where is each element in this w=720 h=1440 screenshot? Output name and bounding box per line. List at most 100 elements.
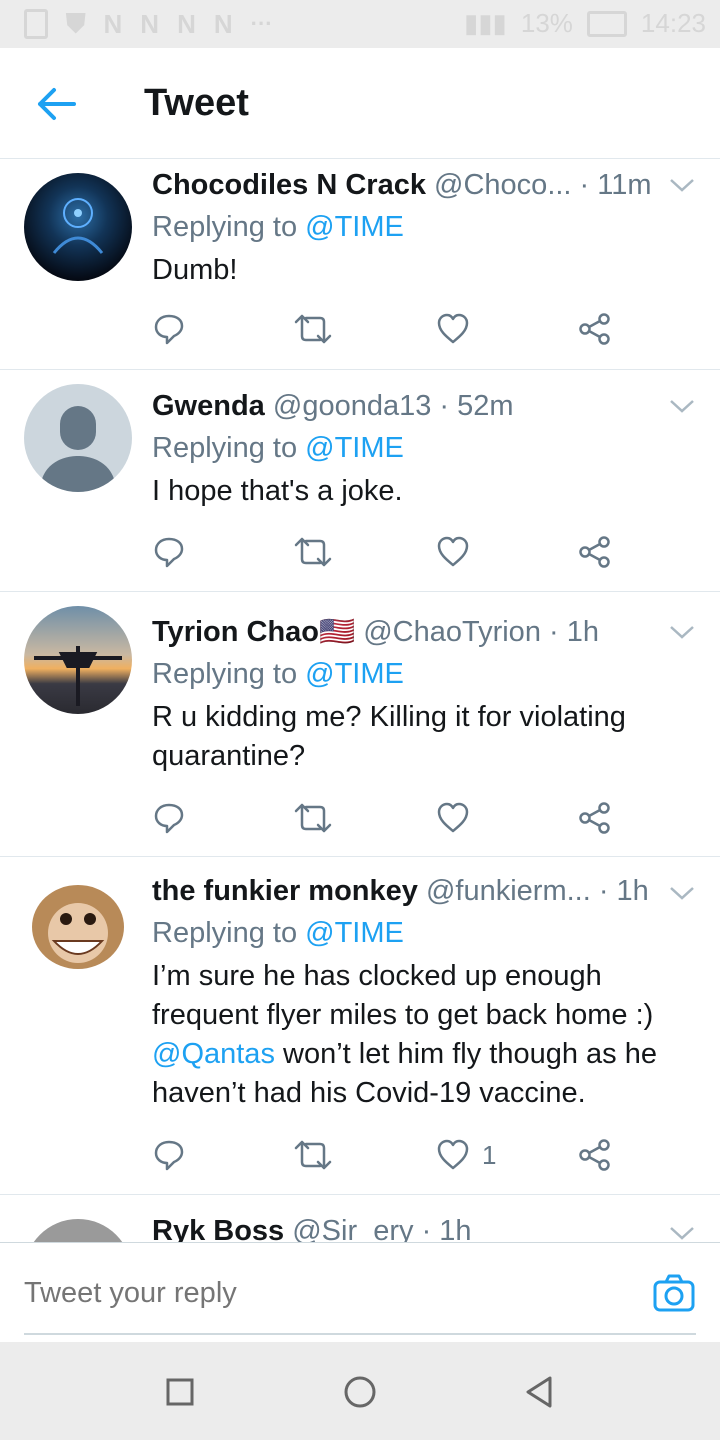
mention-link[interactable]: @Qantas	[152, 1038, 275, 1070]
avatar[interactable]	[24, 606, 132, 714]
like-button[interactable]	[436, 798, 470, 838]
timestamp: · 1h	[590, 875, 649, 907]
heart-icon	[437, 802, 469, 833]
us-flag-icon: 🇺🇸	[319, 616, 356, 648]
avatar[interactable]	[24, 384, 132, 492]
tweet-text: Dumb!	[152, 251, 684, 290]
tweet-text-line: I’m sure he has clocked up enough	[152, 960, 602, 992]
tweet-text-line: haven’t had his Covid-19 vaccine.	[152, 1077, 586, 1109]
timestamp: · 11m	[571, 169, 652, 201]
avatar[interactable]	[24, 1219, 132, 1242]
chevron-down-icon[interactable]	[668, 622, 696, 642]
timestamp: · 1h	[540, 616, 599, 648]
tweet-content: Chocodiles N Crack @Choco... · 11m Reply…	[152, 165, 684, 290]
n-icon: N	[177, 8, 196, 39]
share-icon	[579, 536, 610, 568]
battery-icon	[586, 10, 627, 37]
retweet-button[interactable]	[294, 532, 332, 572]
user-handle[interactable]: @funkierm...	[426, 875, 591, 907]
mention-link[interactable]: @TIME	[305, 658, 404, 690]
replying-to-label: Replying to	[152, 658, 306, 690]
reply-icon	[154, 314, 184, 345]
reply-button[interactable]	[152, 532, 186, 572]
replying-to: Replying to @TIME	[152, 428, 684, 468]
camera-icon[interactable]	[652, 1273, 696, 1313]
retweet-icon	[294, 314, 332, 344]
user-handle[interactable]: @Choco...	[434, 169, 571, 201]
share-button[interactable]	[578, 532, 612, 572]
tweet-header: the funkier monkey @funkierm... · 1h	[152, 871, 684, 911]
status-bar: ⛊ N N N N ··· ▮▮▮ 13% 14:23	[0, 0, 720, 48]
mention-link[interactable]: @TIME	[305, 917, 404, 949]
n-icon: N	[213, 8, 233, 39]
share-button[interactable]	[578, 798, 612, 838]
reply-button[interactable]	[152, 309, 186, 349]
user-handle[interactable]: @Sir_ery	[292, 1215, 413, 1242]
display-name[interactable]: the funkier monkey	[152, 875, 418, 907]
display-name[interactable]: Ryk Boss	[152, 1215, 284, 1242]
reply-input[interactable]	[24, 1277, 624, 1310]
replying-to-label: Replying to	[152, 432, 306, 464]
status-bar-system-icons: ▮▮▮ 13% 14:23	[464, 8, 706, 39]
like-button[interactable]: 1	[436, 1135, 496, 1175]
battery-percent: 13%	[520, 8, 573, 38]
reply-input-underline	[24, 1333, 696, 1335]
timestamp: · 1h	[413, 1215, 472, 1242]
retweet-button[interactable]	[294, 798, 332, 838]
tweet[interactable]: Ryk Boss @Sir_ery · 1h	[0, 1195, 720, 1242]
tweet-header: Tyrion Chao🇺🇸 @ChaoTyrion · 1h	[152, 612, 684, 652]
chevron-down-icon[interactable]	[668, 1223, 696, 1242]
retweet-icon	[294, 537, 332, 567]
tweet-content: the funkier monkey @funkierm... · 1h Rep…	[152, 871, 684, 1113]
reply-feed[interactable]: Chocodiles N Crack @Choco... · 11m Reply…	[0, 159, 720, 1242]
share-button[interactable]	[578, 309, 612, 349]
overflow-dots: ···	[250, 11, 273, 36]
tweet-actions	[152, 798, 632, 838]
tweet-text: I’m sure he has clocked up enough freque…	[152, 957, 684, 1113]
reply-button[interactable]	[152, 1135, 186, 1175]
heart-icon	[437, 313, 469, 344]
back-arrow-icon[interactable]	[34, 84, 78, 124]
share-icon	[579, 313, 610, 345]
share-icon	[579, 1139, 610, 1171]
chevron-down-icon[interactable]	[668, 883, 696, 903]
reply-icon	[154, 1140, 184, 1171]
display-name[interactable]: Chocodiles N Crack	[152, 169, 426, 201]
tweet-text-line: I hope that's a joke.	[152, 475, 403, 507]
back-triangle-icon[interactable]	[520, 1372, 560, 1412]
reply-button[interactable]	[152, 798, 186, 838]
chevron-down-icon[interactable]	[668, 396, 696, 416]
replying-to: Replying to @TIME	[152, 207, 684, 247]
timestamp: · 52m	[431, 390, 514, 422]
mention-link[interactable]: @TIME	[305, 211, 404, 243]
display-name[interactable]: Gwenda	[152, 390, 265, 422]
retweet-button[interactable]	[294, 309, 332, 349]
chevron-down-icon[interactable]	[668, 175, 696, 195]
like-button[interactable]	[436, 309, 470, 349]
user-handle[interactable]: @goonda13	[273, 390, 431, 422]
tweet-actions	[152, 532, 632, 572]
tweet[interactable]: Tyrion Chao🇺🇸 @ChaoTyrion · 1h Replying …	[0, 592, 720, 857]
replying-to: Replying to @TIME	[152, 654, 684, 694]
display-name[interactable]: Tyrion Chao	[152, 616, 319, 648]
like-button[interactable]	[436, 532, 470, 572]
tweet[interactable]: the funkier monkey @funkierm... · 1h Rep…	[0, 857, 720, 1195]
tweet[interactable]: Gwenda @goonda13 · 52m Replying to @TIME…	[0, 370, 720, 592]
tweet-text-fragment: won’t let him fly though as he	[283, 1038, 657, 1070]
share-icon	[579, 802, 610, 834]
tweet-text-line: frequent flyer miles to get back home :)	[152, 999, 654, 1031]
tweet[interactable]: Chocodiles N Crack @Choco... · 11m Reply…	[0, 159, 720, 370]
recents-square-icon[interactable]	[160, 1372, 200, 1412]
share-button[interactable]	[578, 1135, 612, 1175]
heart-icon	[437, 536, 469, 567]
retweet-button[interactable]	[294, 1135, 332, 1175]
reply-icon	[154, 803, 184, 834]
avatar[interactable]	[24, 871, 132, 979]
avatar[interactable]	[24, 173, 132, 281]
mention-link[interactable]: @TIME	[305, 432, 404, 464]
tweet-header: Gwenda @goonda13 · 52m	[152, 386, 684, 426]
home-circle-icon[interactable]	[340, 1372, 380, 1412]
user-handle[interactable]: @ChaoTyrion	[363, 616, 541, 648]
like-count: 1	[482, 1139, 497, 1170]
tweet-actions	[152, 309, 632, 349]
